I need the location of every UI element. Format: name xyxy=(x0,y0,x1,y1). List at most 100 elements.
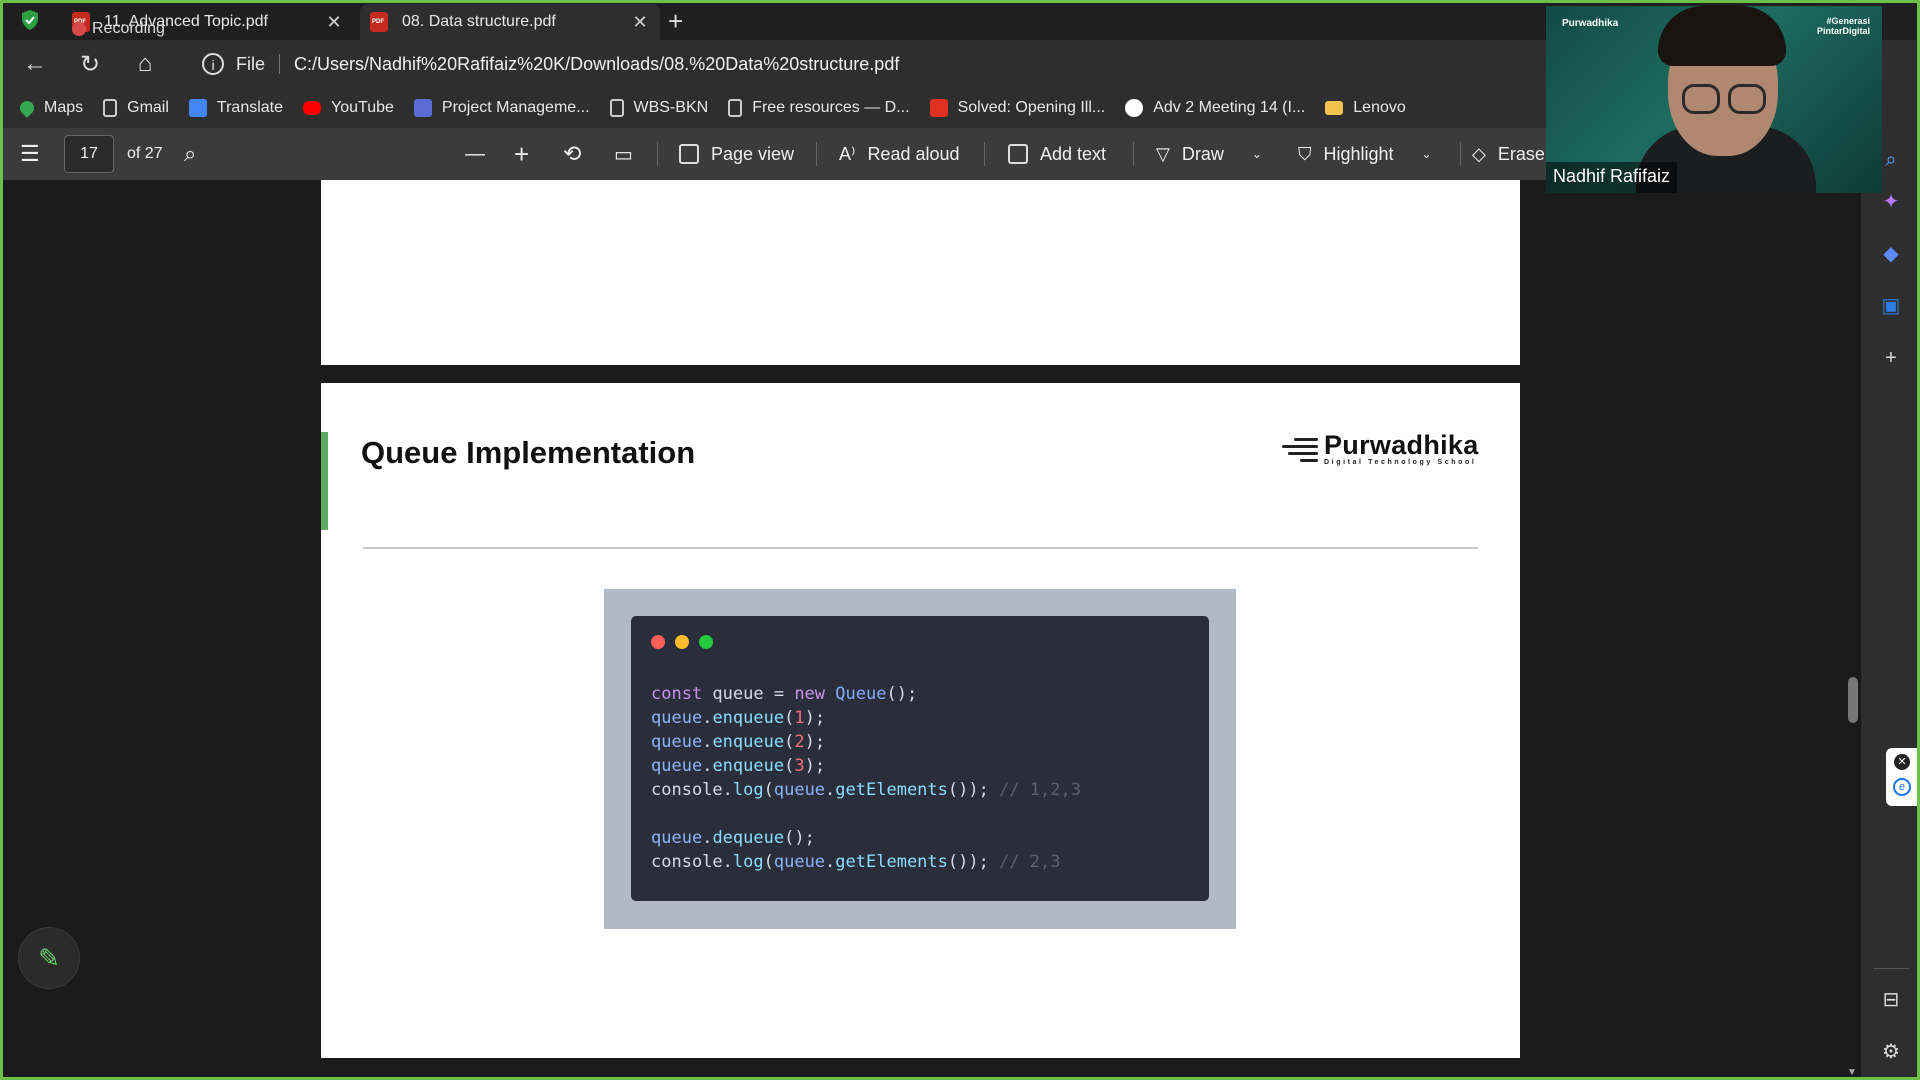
add-icon[interactable]: + xyxy=(1879,346,1903,370)
code-line: queue.enqueue(1); xyxy=(651,708,826,728)
divider xyxy=(279,54,281,74)
floating-extension[interactable]: ✕ e xyxy=(1886,748,1918,806)
sparkle-icon[interactable]: ✦ xyxy=(1879,190,1903,214)
logo-tagline: Digital Technology School xyxy=(1324,459,1477,466)
webcam-brand: Purwadhika xyxy=(1562,18,1619,29)
presenter-hair xyxy=(1658,6,1786,66)
close-icon[interactable]: ✕ xyxy=(1894,754,1910,770)
pdf-page-current: Queue Implementation Purwadhika Digital … xyxy=(321,383,1520,1058)
bookmark-maps[interactable]: Maps xyxy=(17,98,83,118)
translate-icon xyxy=(188,99,207,117)
draw-button[interactable]: ▽ Draw ⌄ xyxy=(1156,128,1262,180)
search-icon[interactable]: ⌕ xyxy=(184,128,196,180)
reload-icon[interactable]: ↻ xyxy=(75,50,105,79)
pdf-icon xyxy=(370,12,388,32)
settings-gear-icon[interactable]: ⚙ xyxy=(1879,1040,1903,1064)
shield-icon[interactable] xyxy=(18,8,42,32)
bookmark-solved-opening[interactable]: Solved: Opening Ill... xyxy=(929,99,1105,117)
close-dot-icon xyxy=(651,635,665,649)
minimize-dot-icon xyxy=(675,635,689,649)
glasses-icon xyxy=(1682,84,1720,114)
add-text-icon xyxy=(1008,144,1028,164)
adobe-icon xyxy=(929,99,948,117)
new-tab-button[interactable]: + xyxy=(668,6,683,37)
logo-mark-icon xyxy=(1278,434,1318,464)
logo-name: Purwadhika xyxy=(1324,430,1479,460)
code-line: console.log(queue.getElements()); // 1,2… xyxy=(651,780,1081,800)
close-icon[interactable]: ✕ xyxy=(630,12,650,33)
slide-title: Queue Implementation xyxy=(361,435,696,470)
zoom-in-button[interactable]: + xyxy=(514,128,529,180)
vertical-scrollbar[interactable]: ▼ xyxy=(1845,180,1861,1080)
extension-icon[interactable]: e xyxy=(1893,778,1911,796)
home-icon[interactable]: ⌂ xyxy=(130,50,160,78)
divider xyxy=(984,142,985,166)
bookmark-lenovo[interactable]: Lenovo xyxy=(1325,99,1406,117)
back-arrow-icon[interactable]: ← xyxy=(20,50,50,78)
highlight-button[interactable]: ⛉ Highlight ⌄ xyxy=(1298,128,1432,180)
slide-accent-bar xyxy=(321,432,328,530)
close-icon[interactable]: ✕ xyxy=(324,12,344,33)
webcam-tagline: #Generasi PintarDigital xyxy=(1816,16,1870,36)
chevron-down-icon[interactable]: ⌄ xyxy=(1422,147,1432,161)
add-text-button[interactable]: Add text xyxy=(1008,128,1106,180)
code-line: const queue = new Queue(); xyxy=(651,684,918,704)
bookmark-youtube[interactable]: YouTube xyxy=(303,99,394,117)
bookmark-wbs-bkn[interactable]: WBS-BKN xyxy=(609,99,708,117)
bookmark-project-management[interactable]: Project Manageme... xyxy=(413,99,590,117)
participant-name: Nadhif Rafifaiz xyxy=(1546,162,1678,193)
scrollbar-thumb[interactable] xyxy=(1848,677,1858,723)
bookmark-translate[interactable]: Translate xyxy=(188,99,283,117)
outlook-icon[interactable]: ▣ xyxy=(1879,294,1903,318)
search-icon[interactable]: ⌕ xyxy=(1879,148,1903,172)
copilot-icon[interactable]: ◆ xyxy=(1879,242,1903,266)
chevron-down-icon[interactable]: ⌄ xyxy=(1252,147,1262,161)
maximize-dot-icon xyxy=(699,635,713,649)
divider xyxy=(816,142,817,166)
eraser-icon: ◇ xyxy=(1472,143,1486,164)
code-line: queue.enqueue(2); xyxy=(651,732,826,752)
url-field[interactable]: i File C:/Users/Nadhif%20Rafifaiz%20K/Do… xyxy=(184,46,1544,82)
tab-data-structure[interactable]: 08. Data structure.pdf ✕ xyxy=(360,4,660,40)
contents-list-icon[interactable]: ☰ xyxy=(20,128,40,180)
maps-icon xyxy=(17,98,37,118)
window-controls xyxy=(651,635,713,649)
divider xyxy=(1133,142,1134,166)
project-icon xyxy=(413,99,432,117)
github-icon xyxy=(1125,99,1144,117)
page-number-input[interactable]: 17 xyxy=(64,135,114,173)
page-view-button[interactable]: Page view xyxy=(679,128,794,180)
page-view-icon xyxy=(679,144,699,164)
bookmark-free-resources[interactable]: Free resources — D... xyxy=(728,99,910,117)
webcam-overlay: Purwadhika #Generasi PintarDigital Nadhi… xyxy=(1546,6,1882,193)
rotate-icon[interactable]: ⟲ xyxy=(563,128,581,180)
glasses-icon xyxy=(1728,84,1766,114)
page-icon xyxy=(103,99,118,117)
youtube-icon xyxy=(303,101,322,115)
page-icon xyxy=(609,99,624,117)
info-icon[interactable]: i xyxy=(202,53,224,75)
code-screenshot: const queue = new Queue(); queue.enqueue(… xyxy=(604,589,1236,929)
code-line: console.log(queue.getElements()); // 2,3 xyxy=(651,852,1061,872)
record-icon xyxy=(72,22,86,36)
code-block: const queue = new Queue(); queue.enqueue(… xyxy=(651,682,1081,874)
divider xyxy=(1460,142,1461,166)
read-aloud-button[interactable]: A⁾ Read aloud xyxy=(839,128,960,180)
erase-button[interactable]: ◇ Erase xyxy=(1472,128,1545,180)
url-text[interactable]: C:/Users/Nadhif%20Rafifaiz%20K/Downloads… xyxy=(294,54,899,75)
scroll-down-icon[interactable]: ▼ xyxy=(1847,1067,1857,1078)
tab-title: 08. Data structure.pdf xyxy=(402,13,556,30)
highlight-icon: ⛉ xyxy=(1298,143,1312,164)
sidebar-toggle-icon[interactable]: ⊟ xyxy=(1879,988,1903,1012)
bookmark-adv-meeting[interactable]: Adv 2 Meeting 14 (I... xyxy=(1125,99,1305,117)
fit-page-icon[interactable]: ▭ xyxy=(614,128,633,180)
read-aloud-icon: A⁾ xyxy=(839,143,856,164)
zoom-out-button[interactable]: — xyxy=(465,128,485,180)
bookmark-gmail[interactable]: Gmail xyxy=(103,99,169,117)
purwadhika-logo: Purwadhika Digital Technology School xyxy=(1278,431,1479,466)
pen-button[interactable]: ✎ xyxy=(18,927,80,989)
divider xyxy=(657,142,658,166)
scheme-label: File xyxy=(236,53,266,74)
pdf-viewer[interactable]: Queue Implementation Purwadhika Digital … xyxy=(0,180,1845,1080)
